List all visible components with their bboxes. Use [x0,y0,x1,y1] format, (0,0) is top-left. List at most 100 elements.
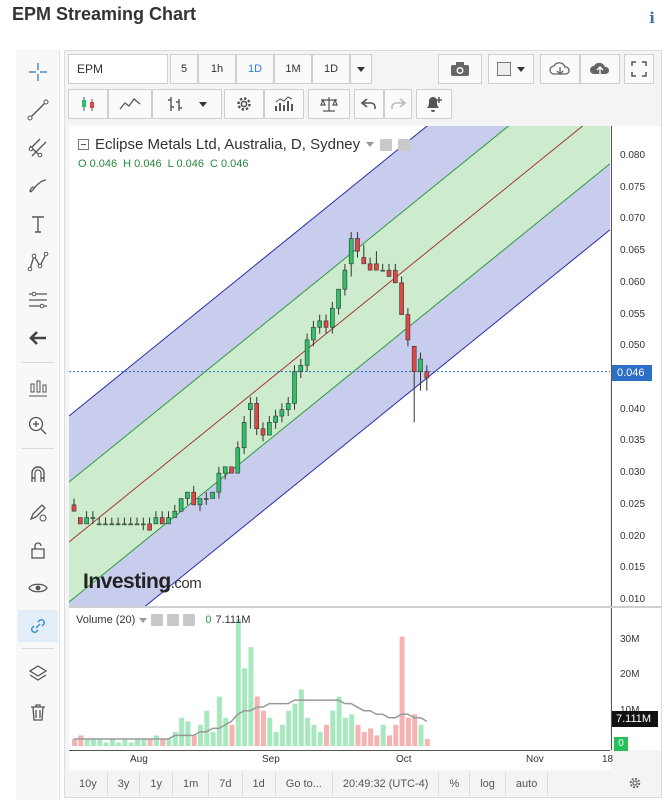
time-tick-label: Oct [396,754,412,765]
undo-button[interactable] [354,89,384,119]
camera-icon [451,62,469,76]
candle [386,269,392,277]
compare-symbols-button[interactable] [308,89,350,119]
volume-bar [267,717,273,746]
interval-dropdown[interactable] [350,54,372,84]
chevron-down-icon[interactable] [366,142,375,147]
candle [103,523,108,526]
measure-icon[interactable] [18,372,58,404]
candle [109,523,115,526]
range-button[interactable]: 3y [108,772,141,796]
settings-mini-icon[interactable] [380,138,393,151]
lock-icon[interactable] [18,534,58,566]
low-value: L 0.046 [167,158,204,170]
trend-line-icon[interactable] [18,94,58,126]
gear-icon [237,97,251,111]
range-button[interactable]: 7d [209,772,243,796]
range-button[interactable]: 10y [69,772,108,796]
volume-title: Volume (20) [76,614,136,626]
last-price-tag: 0.046 [612,365,652,381]
volume-bar [179,717,185,746]
collapse-icon[interactable] [78,139,89,150]
range-button[interactable]: 20:49:32 (UTC-4) [333,772,440,796]
properties-mini-icon[interactable] [167,614,180,626]
symbol-input[interactable]: EPM [68,54,168,84]
volume-bar [160,738,166,746]
area-chart-icon [119,98,141,110]
close-mini-icon[interactable] [183,614,196,626]
magnet-icon[interactable] [18,458,58,490]
candle [405,314,411,341]
brush-icon[interactable] [18,170,58,202]
pitchfork-icon[interactable] [18,132,58,164]
text-icon[interactable] [18,208,58,240]
studies-button[interactable] [264,89,304,119]
range-button[interactable]: Go to... [276,772,333,796]
interval-custom[interactable]: 1D [312,54,350,84]
range-button[interactable]: log [470,772,506,796]
zoom-in-icon[interactable] [18,410,58,442]
info-icon[interactable]: i [649,9,655,27]
interval-5[interactable]: 5 [170,54,198,84]
volume-bar [122,738,128,746]
volume-bar [261,710,266,746]
stay-in-drawing-icon[interactable] [18,496,58,528]
candles-style-button[interactable] [68,89,108,119]
interval-1d[interactable]: 1D [236,54,274,84]
pattern-icon[interactable] [18,246,58,278]
close-mini-icon[interactable] [398,138,411,151]
volume-chart-svg[interactable] [69,608,610,750]
back-arrow-icon[interactable] [18,322,58,354]
price-chart-svg[interactable] [69,126,610,606]
eye-icon[interactable] [18,572,58,604]
snapshot-button[interactable] [438,54,482,84]
price-pane[interactable] [69,126,610,606]
interval-1m[interactable]: 1M [274,54,312,84]
fib-retracement-icon[interactable] [18,284,58,316]
undo-icon [361,98,376,109]
trash-icon[interactable] [18,696,58,728]
indicators-button[interactable] [152,89,222,119]
range-button[interactable]: auto [506,772,549,796]
volume-pane[interactable] [69,608,610,750]
candle [342,269,348,290]
candle [317,320,322,328]
redo-button[interactable] [384,89,412,119]
volume-bar [128,742,134,746]
load-chart-button[interactable] [540,54,580,84]
range-button[interactable]: 1m [173,772,210,796]
volume-axis[interactable]: 30M20M10M [611,608,661,750]
candle [191,491,196,506]
candle [279,409,285,417]
price-tick-label: 0.080 [620,150,646,161]
volume-bar [135,738,140,746]
range-button[interactable]: 1y [140,772,173,796]
fullscreen-button[interactable] [624,54,654,84]
compare-button[interactable] [108,89,152,119]
price-tick-label: 0.035 [620,435,646,447]
candle [248,403,253,411]
candle [380,269,386,272]
series-legend: Eclipse Metals Ltd, Australia, D, Sydney [78,136,411,153]
candle [159,517,165,525]
candle [336,288,341,309]
volume-bar [198,724,203,746]
volume-bar [254,696,260,746]
interval-1h[interactable]: 1h [198,54,236,84]
crosshair-icon[interactable] [18,56,58,88]
time-axis[interactable]: Aug Sep Oct Nov 18 [69,750,613,770]
candle [298,365,304,372]
layers-icon[interactable] [18,658,58,690]
link-icon[interactable] [18,610,58,642]
settings-button[interactable] [224,89,264,119]
alert-button[interactable] [416,89,452,119]
range-button[interactable]: % [439,772,471,796]
settings-mini-icon[interactable] [151,614,164,626]
chevron-down-icon[interactable] [139,617,148,623]
volume-bar [342,717,348,746]
toolbar-divider [22,362,54,363]
range-button[interactable]: 1d [243,772,276,796]
gear-icon[interactable] [628,776,642,795]
color-picker-button[interactable] [488,54,534,84]
save-chart-button[interactable] [580,54,620,84]
